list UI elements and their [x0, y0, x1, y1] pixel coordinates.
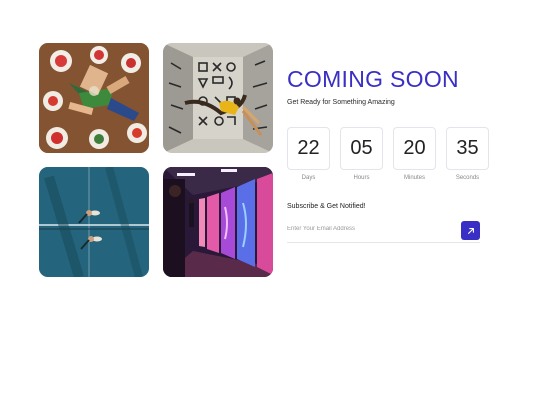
email-input[interactable]	[287, 226, 447, 232]
gallery-photo-neon-corridor	[163, 167, 273, 277]
countdown-timer: 22 Days 05 Hours 20 Minutes 35 Seconds	[287, 127, 497, 181]
page-title: COMING SOON	[287, 66, 459, 92]
countdown-value: 20	[393, 127, 436, 170]
countdown-value: 35	[446, 127, 489, 170]
countdown-seconds: 35 Seconds	[446, 127, 489, 181]
gallery-photo-graffiti-wall	[163, 43, 273, 153]
countdown-hours: 05 Hours	[340, 127, 383, 181]
countdown-value: 22	[287, 127, 330, 170]
page-subtitle: Get Ready for Something Amazing	[287, 99, 395, 106]
countdown-label: Minutes	[403, 175, 425, 181]
gallery-photo-dinner-party	[39, 43, 149, 153]
countdown-label: Days	[301, 175, 316, 181]
subscribe-heading: Subscribe & Get Notified!	[287, 203, 366, 210]
countdown-days: 22 Days	[287, 127, 330, 181]
countdown-label: Seconds	[455, 175, 480, 181]
countdown-value: 05	[340, 127, 383, 170]
subscribe-form	[287, 221, 480, 243]
coming-soon-panel: COMING SOON Get Ready for Something Amaz…	[287, 66, 497, 243]
countdown-minutes: 20 Minutes	[393, 127, 436, 181]
countdown-label: Hours	[353, 175, 370, 181]
arrow-up-right-icon	[467, 227, 474, 234]
subscribe-button[interactable]	[461, 221, 480, 240]
gallery-photo-tennis-court	[39, 167, 149, 277]
